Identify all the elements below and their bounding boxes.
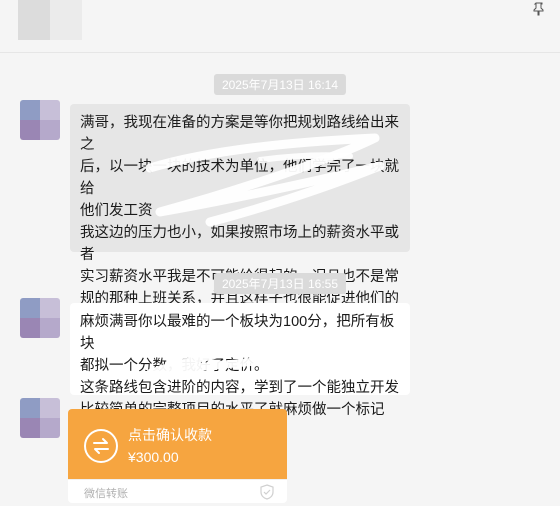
pin-icon[interactable] bbox=[532, 2, 546, 16]
message-timestamp: 2025年7月13日 16:55 bbox=[213, 273, 347, 294]
message-bubble[interactable]: 满哥，我现在准备的方案是等你把规划路线给出来之 后，以一块一块的技术为单位，他们… bbox=[70, 104, 410, 351]
transfer-amount: ¥300.00 bbox=[128, 449, 179, 465]
transfer-arrows-icon bbox=[84, 429, 118, 463]
transfer-card-footer: 微信转账 bbox=[68, 479, 287, 503]
message-line: 他们发工资 bbox=[80, 203, 153, 219]
message-line: 我这边的压力也小，如果按照市场上的薪资水平或者 bbox=[80, 225, 399, 263]
message-line: 都拟一个分数，我好了定价。 bbox=[80, 358, 269, 374]
message-line: 满哥，我现在准备的方案是等你把规划路线给出来之 bbox=[80, 115, 399, 153]
sender-avatar[interactable] bbox=[20, 298, 60, 338]
contact-avatar-blurred bbox=[18, 0, 82, 40]
message-line: 麻烦满哥你以最难的一个板块为100分，把所有板块 bbox=[80, 314, 395, 352]
sender-avatar[interactable] bbox=[20, 100, 60, 140]
wechat-transfer-card[interactable]: 点击确认收款 ¥300.00 微信转账 bbox=[68, 409, 287, 503]
transfer-card-header: 点击确认收款 ¥300.00 bbox=[68, 409, 287, 479]
message-line: 后，以一块一块的技术为单位，他们学完了一块就给 bbox=[80, 159, 399, 197]
wechat-pay-logo-icon bbox=[260, 484, 274, 500]
transfer-label: 微信转账 bbox=[84, 488, 128, 500]
message-timestamp: 2025年7月13日 16:14 bbox=[213, 74, 347, 95]
sender-avatar[interactable] bbox=[20, 398, 60, 438]
chat-header bbox=[0, 0, 560, 53]
transfer-title: 点击确认收款 bbox=[128, 427, 212, 443]
message-line: 这条路线包含进阶的内容，学到了一个能独立开发 bbox=[80, 380, 399, 396]
message-bubble[interactable]: 麻烦满哥你以最难的一个板块为100分，把所有板块 都拟一个分数，我好了定价。 这… bbox=[70, 303, 410, 418]
